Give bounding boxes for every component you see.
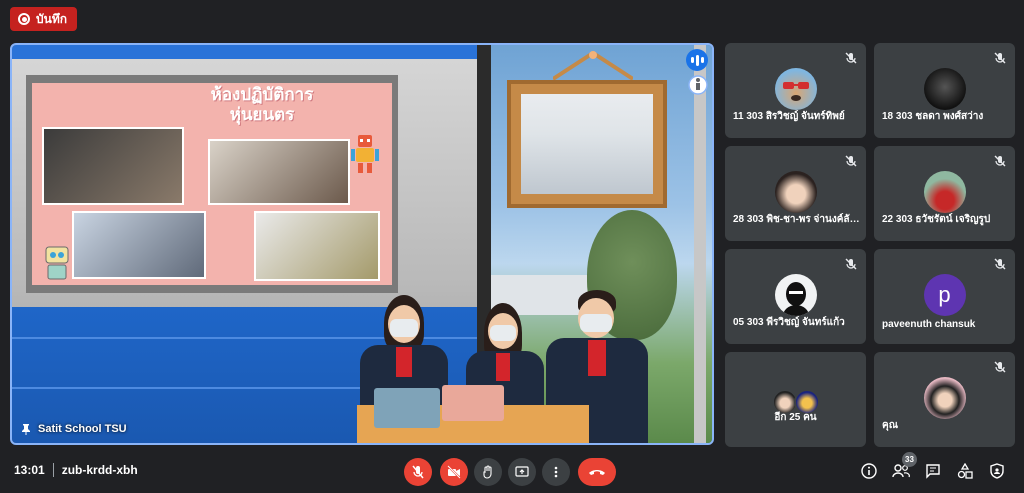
- pin-icon: [22, 424, 30, 435]
- hanging-photo-frame: [507, 80, 667, 208]
- bottom-control-bar: 13:01 zub-krdd-xbh: [0, 450, 1024, 493]
- main-presenter-video[interactable]: ห้องปฏิบัติการ หุ่นยนตร Satit School TSU: [10, 43, 714, 445]
- slide-photo-lego-robot: [254, 211, 380, 281]
- meet-window: บันทึก ห้องปฏิบัติการ หุ่นยนตร Satit Sch…: [0, 0, 1024, 493]
- record-icon: [18, 13, 30, 25]
- laptop-right: [442, 385, 504, 421]
- more-options-button[interactable]: [542, 458, 570, 486]
- mic-off-icon: [994, 52, 1006, 64]
- info-icon: [861, 463, 877, 479]
- shapes-icon: [957, 463, 973, 479]
- mic-off-icon: [994, 258, 1006, 270]
- robot-icon: [351, 135, 379, 173]
- slide-photo-students: [208, 139, 350, 205]
- present-screen-button[interactable]: [508, 458, 536, 486]
- chat-icon: [926, 464, 940, 479]
- others-tile[interactable]: อีก 25 คน: [725, 352, 866, 447]
- small-robot-icon: [45, 246, 69, 280]
- participant-tile[interactable]: p paveenuth chansuk: [874, 249, 1015, 344]
- dark-character-avatar: [923, 68, 966, 110]
- mic-off-icon: [994, 155, 1006, 167]
- slide-photo-classroom: [72, 211, 206, 279]
- masked-figure-avatar: [774, 274, 817, 316]
- letter-avatar: p: [923, 274, 966, 316]
- more-vert-icon: [554, 466, 558, 478]
- leave-call-button[interactable]: [578, 458, 616, 486]
- meeting-info: 13:01 zub-krdd-xbh: [14, 463, 138, 477]
- camera-off-icon: [447, 465, 461, 479]
- present-icon: [515, 466, 529, 477]
- meeting-details-button[interactable]: [860, 462, 878, 480]
- recording-badge[interactable]: บันทึก: [10, 7, 77, 31]
- dog-sunglasses-avatar: [774, 68, 817, 110]
- participant-tile[interactable]: 11 303 สิรวิชญ์ จันทร์ทิพย์: [725, 43, 866, 138]
- participant-tile[interactable]: 05 303 พีรวิชญ์ จันทร์แก้ว: [725, 249, 866, 344]
- hand-icon: [483, 465, 492, 479]
- self-avatar: [923, 377, 966, 419]
- chat-button[interactable]: [924, 462, 942, 480]
- mic-off-icon: [845, 52, 857, 64]
- raise-hand-button[interactable]: [474, 458, 502, 486]
- participant-tile[interactable]: 28 303 พิช-ชา-พร จ่านงค์ลักษ...: [725, 146, 866, 241]
- participant-tile[interactable]: 18 303 ชลดา พงศ์สว่าง: [874, 43, 1015, 138]
- participant-tile[interactable]: 22 303 ธวัชรัตน์ เจริญรูป: [874, 146, 1015, 241]
- meeting-code[interactable]: zub-krdd-xbh: [62, 463, 138, 477]
- participant-count-badge: 33: [902, 452, 917, 467]
- mic-off-icon: [994, 361, 1006, 373]
- slide-title: ห้องปฏิบัติการ หุ่นยนตร: [210, 85, 314, 124]
- shield-icon: [990, 463, 1004, 479]
- activities-button[interactable]: [956, 462, 974, 480]
- lab-students-photo: [521, 94, 653, 194]
- presenter-name-label: Satit School TSU: [20, 423, 127, 435]
- girl-avatar: [774, 171, 817, 213]
- hang-up-icon: [589, 470, 605, 475]
- clock: 13:01: [14, 463, 45, 477]
- camera-toggle-button[interactable]: [440, 458, 468, 486]
- mic-off-icon: [845, 258, 857, 270]
- host-controls-button[interactable]: [988, 462, 1006, 480]
- self-tile[interactable]: คุณ: [874, 352, 1015, 447]
- red-shirt-avatar: [923, 171, 966, 213]
- laptop-left: [374, 388, 440, 428]
- accessibility-person-icon: [688, 75, 708, 95]
- slide-photo-robot-hands: [42, 127, 184, 205]
- mic-off-icon: [845, 155, 857, 167]
- mic-toggle-button[interactable]: [404, 458, 432, 486]
- recording-label: บันทึก: [36, 11, 67, 26]
- speaking-indicator-icon: [686, 49, 708, 71]
- mic-off-icon: [412, 465, 424, 479]
